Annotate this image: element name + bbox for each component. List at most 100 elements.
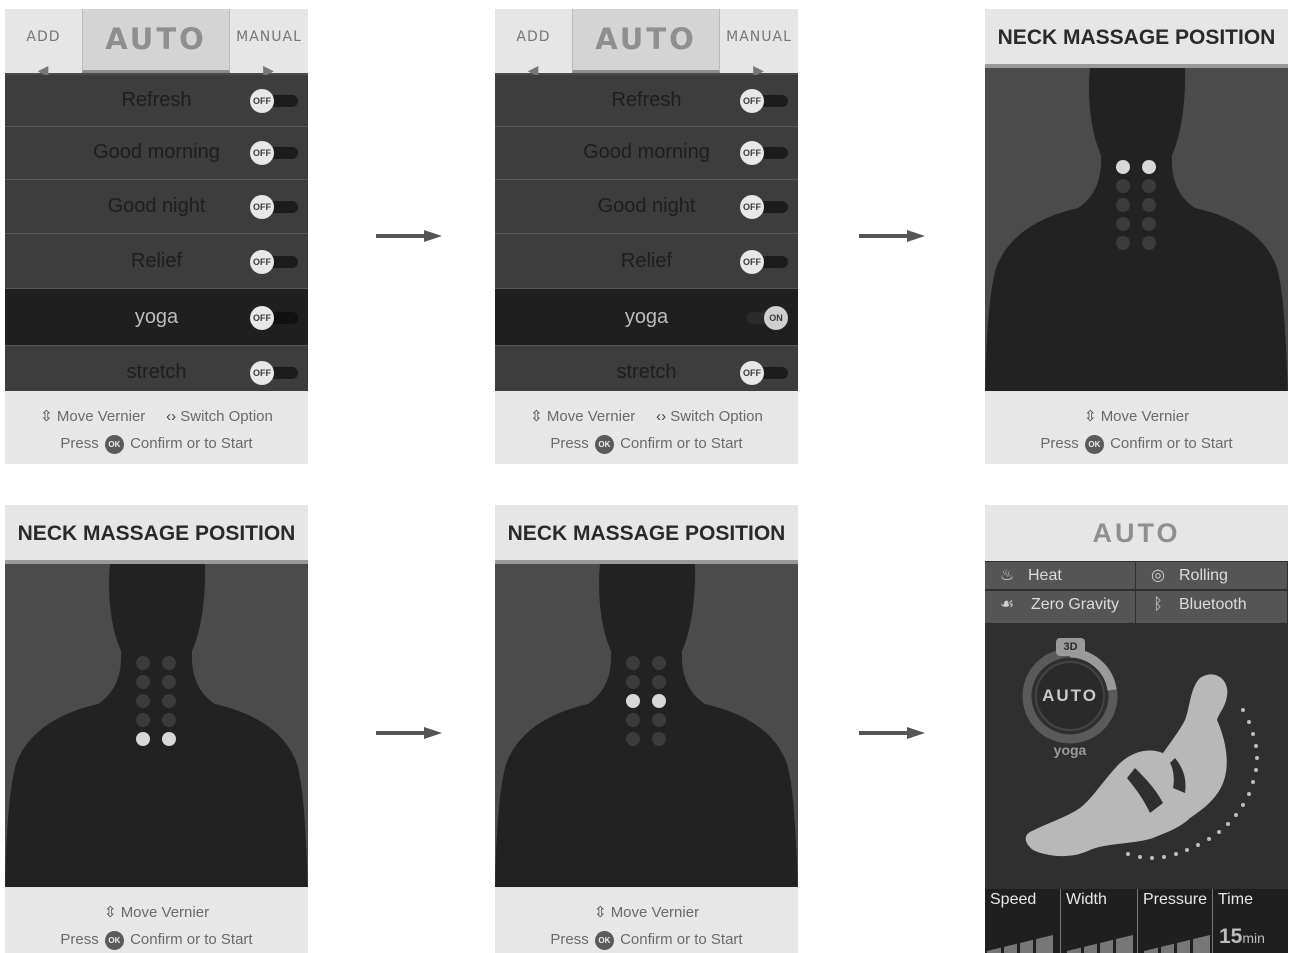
toggle-switch[interactable]: ON [740, 306, 788, 330]
toggle-switch[interactable]: OFF [740, 141, 788, 165]
mode-tabs: ADD ◀ AUTO MANUAL ▶ [5, 9, 308, 78]
toggle-knob: OFF [250, 250, 274, 274]
hint-switch: Switch Option [180, 408, 273, 425]
tab-auto[interactable]: AUTO [82, 9, 230, 73]
up-down-arrow-icon: ⇳ [40, 408, 53, 425]
tab-auto[interactable]: AUTO [572, 9, 720, 73]
tab-add[interactable]: ADD ◀ [495, 9, 572, 78]
massage-node [136, 713, 150, 727]
ok-button-icon: OK [594, 435, 614, 454]
toggle-knob: OFF [250, 89, 274, 113]
bluetooth-icon: ᛒ [1153, 596, 1163, 613]
ok-button-icon: OK [104, 931, 124, 950]
massage-node [1142, 160, 1156, 174]
massage-node [162, 675, 176, 689]
hint-confirm: Confirm or to Start [130, 435, 253, 452]
toggle-switch[interactable]: OFF [250, 361, 298, 385]
toggle-switch[interactable]: OFF [740, 195, 788, 219]
mode-row-good-night[interactable]: Good night OFF [5, 180, 308, 234]
toggle-knob: OFF [250, 361, 274, 385]
hint-confirm: Confirm or to Start [620, 435, 743, 452]
toggle-switch[interactable]: OFF [740, 250, 788, 274]
mode-row-good-morning[interactable]: Good morning OFF [495, 127, 798, 180]
massage-node [1116, 160, 1130, 174]
flame-icon: ♨ [999, 567, 1015, 584]
hint-confirm: Confirm or to Start [1110, 435, 1233, 452]
ok-button-icon: OK [594, 931, 614, 950]
body-silhouette-area [985, 68, 1288, 396]
tab-add[interactable]: ADD ◀ [5, 9, 82, 78]
toggle-switch[interactable]: OFF [250, 250, 298, 274]
toggle-knob: OFF [250, 141, 274, 165]
massage-node [626, 732, 640, 746]
hint-line-navigation: ⇳ Move Vernier ‹› Switch Option [5, 407, 308, 425]
massage-node [136, 732, 150, 746]
mode-row-good-night[interactable]: Good night OFF [495, 180, 798, 234]
feature-label: Rolling [1179, 567, 1228, 584]
toggle-switch[interactable]: OFF [250, 89, 298, 113]
hint-switch: Switch Option [670, 408, 763, 425]
massage-node [1142, 179, 1156, 193]
toggle-switch[interactable]: OFF [250, 141, 298, 165]
hint-move: Move Vernier [120, 904, 210, 921]
neck-position-screen-1: NECK MASSAGE POSITION ⇳ Move Vernier Pre… [985, 9, 1288, 464]
tab-manual[interactable]: MANUAL ▶ [230, 9, 308, 78]
hint-confirm: Confirm or to Start [620, 931, 743, 948]
massage-node [136, 694, 150, 708]
auto-running-screen: AUTO ♨ Heat ◎ Rolling ☙ Zero Gravity ᛒ B… [985, 505, 1288, 953]
feature-heat[interactable]: ♨ Heat [985, 562, 1136, 590]
human-back-silhouette-icon [495, 564, 798, 892]
massage-node [162, 732, 176, 746]
toggle-switch[interactable]: OFF [250, 195, 298, 219]
hint-line-confirm: Press OK Confirm or to Start [5, 931, 308, 950]
hint-move: Move Vernier [546, 408, 636, 425]
massage-node [1116, 236, 1130, 250]
massage-node [1116, 179, 1130, 193]
feature-rolling[interactable]: ◎ Rolling [1136, 562, 1288, 590]
up-down-arrow-icon: ⇳ [103, 904, 117, 921]
pressure-level-bars-icon [1144, 935, 1210, 953]
mode-row-relief[interactable]: Relief OFF [495, 234, 798, 289]
massage-node [1116, 198, 1130, 212]
mode-name: yoga [1053, 742, 1087, 758]
auto-menu-screen-2: ADD ◀ AUTO MANUAL ▶ Refresh OFF Good morni… [495, 9, 798, 464]
tab-auto-label: AUTO [595, 22, 697, 56]
stat-pressure: Pressure [1138, 889, 1213, 953]
tab-manual[interactable]: MANUAL ▶ [720, 9, 798, 78]
flow-arrow-icon [859, 727, 925, 739]
mode-row-yoga[interactable]: yoga OFF [5, 289, 308, 346]
toggle-switch[interactable]: OFF [740, 361, 788, 385]
body-silhouette-area [495, 564, 798, 892]
stat-label: Pressure [1143, 891, 1208, 908]
massage-node [652, 713, 666, 727]
ok-button-icon: OK [104, 435, 124, 454]
hint-move: Move Vernier [610, 904, 700, 921]
time-remaining: 15min [1219, 925, 1265, 949]
width-level-bars-icon [1067, 935, 1133, 953]
mode-row-relief[interactable]: Relief OFF [5, 234, 308, 289]
mode-row-good-morning[interactable]: Good morning OFF [5, 127, 308, 180]
left-right-arrow-icon: ‹› [166, 408, 177, 425]
mode-tabs: ADD ◀ AUTO MANUAL ▶ [495, 9, 798, 78]
mode-badge-3d: 3D [1063, 641, 1078, 653]
massage-node [652, 656, 666, 670]
mode-row-refresh[interactable]: Refresh OFF [495, 75, 798, 127]
hint-line-confirm: Press OK Confirm or to Start [495, 435, 798, 454]
toggle-switch[interactable]: OFF [740, 89, 788, 113]
feature-zero-gravity[interactable]: ☙ Zero Gravity [985, 591, 1136, 624]
mode-row-refresh[interactable]: Refresh OFF [5, 75, 308, 127]
massage-node [652, 732, 666, 746]
hint-move: Move Vernier [1100, 408, 1190, 425]
mode-row-yoga[interactable]: yoga ON [495, 289, 798, 346]
hint-bar: ⇳ Move Vernier Press OK Confirm or to St… [495, 887, 798, 953]
human-back-silhouette-icon [5, 564, 308, 892]
zero-gravity-icon: ☙ [999, 596, 1015, 613]
mode-list: Refresh OFF Good morning OFF Good night … [495, 75, 798, 400]
massage-node [162, 656, 176, 670]
hint-line-confirm: Press OK Confirm or to Start [5, 435, 308, 454]
toggle-knob: OFF [250, 306, 274, 330]
feature-bluetooth[interactable]: ᛒ Bluetooth [1136, 591, 1288, 624]
massage-node [626, 694, 640, 708]
up-down-arrow-icon: ⇳ [1083, 408, 1097, 425]
toggle-switch[interactable]: OFF [250, 306, 298, 330]
